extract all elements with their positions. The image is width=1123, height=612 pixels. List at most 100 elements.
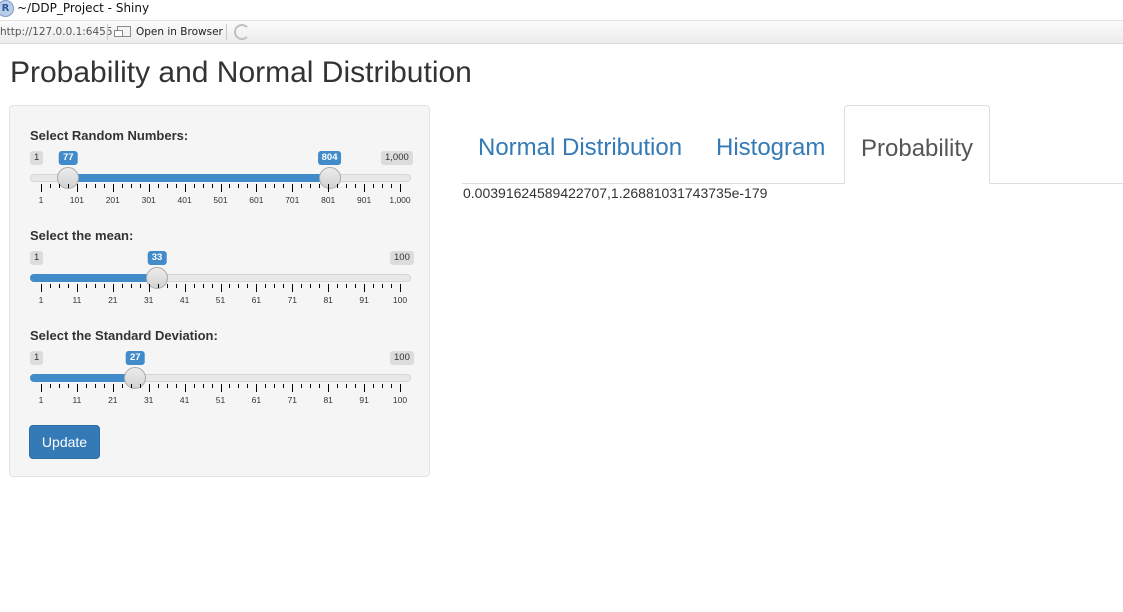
slider-major-tick (328, 184, 330, 192)
open-in-browser-icon[interactable] (114, 26, 131, 37)
slider-tick-label: 91 (359, 395, 369, 405)
slider-minor-tick (67, 384, 69, 388)
slider-major-tick (292, 184, 294, 192)
slider-major-tick (220, 284, 222, 292)
address-bar: http://127.0.0.1:6455 Open in Browser (0, 20, 1123, 44)
slider-minor-tick (391, 284, 393, 288)
slider-tick-label: 61 (251, 395, 262, 405)
slider-minor-tick (283, 384, 285, 388)
slider-minor-tick (85, 284, 87, 288)
slider-major-tick (41, 284, 42, 292)
slider-major-tick (112, 184, 114, 192)
slider-minor-tick (355, 184, 357, 188)
slider-minor-tick (346, 384, 348, 388)
standard-deviation-slider-track[interactable] (30, 374, 411, 382)
slider-major-tick (400, 384, 401, 392)
slider-tick-label: 11 (72, 395, 82, 405)
refresh-icon[interactable] (234, 24, 250, 40)
random-numbers-slider-track[interactable] (30, 174, 411, 182)
slider-tick-label: 701 (285, 195, 300, 205)
slider-min-label: 1 (30, 151, 44, 165)
slider-major-tick (292, 384, 294, 392)
slider-minor-tick (157, 384, 159, 388)
slider-minor-tick (274, 284, 276, 288)
slider-tick-label: 71 (287, 395, 298, 405)
tab-normal-distribution[interactable]: Normal Distribution (462, 105, 698, 183)
slider-minor-tick (211, 384, 213, 388)
slider-minor-tick (67, 184, 69, 188)
slider-minor-tick (175, 284, 177, 288)
slider-minor-tick (238, 384, 240, 388)
slider-major-tick (112, 284, 114, 292)
slider-minor-tick (310, 384, 312, 388)
page-title: Probability and Normal Distribution (10, 56, 472, 89)
slider-value: 27 (125, 351, 145, 365)
random-numbers-label: Select Random Numbers: (30, 128, 189, 143)
slider-minor-tick (382, 284, 384, 288)
slider-minor-tick (121, 284, 123, 288)
slider-minor-tick (175, 184, 177, 188)
slider-major-tick (328, 284, 330, 292)
slider-minor-tick (202, 284, 204, 288)
slider-tick-labels: 1 11 21 31 41 51 61 71 81 91 100 (30, 295, 411, 307)
slider-minor-tick (139, 284, 141, 288)
slider-minor-tick (58, 284, 60, 288)
slider-major-tick (148, 284, 150, 292)
slider-max-label: 100 (390, 251, 414, 265)
update-button[interactable]: Update (29, 425, 100, 459)
mean-slider-track[interactable] (30, 274, 411, 282)
slider-minor-tick (67, 284, 69, 288)
slider-minor-tick (274, 184, 276, 188)
slider-major-tick (41, 184, 42, 192)
slider-minor-tick (202, 384, 204, 388)
slider-minor-tick (346, 284, 348, 288)
tab-histogram[interactable]: Histogram (700, 105, 841, 183)
slider-major-tick (400, 284, 401, 292)
slider-tick-label: 100 (392, 395, 408, 405)
slider-major-tick (220, 384, 222, 392)
slider-major-tick (400, 184, 401, 192)
slider-minor-tick (310, 284, 312, 288)
slider-minor-tick (202, 184, 204, 188)
slider-tick-label: 31 (143, 295, 154, 305)
slider-minor-tick (130, 184, 132, 188)
slider-major-tick (76, 384, 78, 392)
toolbar-separator (226, 24, 227, 40)
tab-probability[interactable]: Probability (844, 105, 991, 184)
slider-major-tick (328, 384, 330, 392)
slider-minor-tick (157, 184, 159, 188)
slider-minor-tick (301, 284, 303, 288)
window-titlebar: R ~/DDP_Project - Shiny (0, 0, 1123, 19)
slider-minor-tick (265, 384, 267, 388)
slider-minor-tick (211, 284, 213, 288)
slider-minor-tick (373, 384, 375, 388)
slider-minor-tick (103, 284, 105, 288)
slider-tick-label: 81 (323, 395, 333, 405)
slider-minor-tick (85, 184, 87, 188)
slider-major-tick (220, 184, 222, 192)
slider-minor-tick (382, 184, 384, 188)
slider-minor-tick (166, 284, 168, 288)
slider-minor-tick (283, 184, 285, 188)
open-in-browser-button[interactable]: Open in Browser (136, 26, 223, 38)
slider-minor-tick (355, 284, 357, 288)
slider-major-tick (184, 284, 186, 292)
slider-tick-label: 71 (287, 295, 298, 305)
slider-minor-tick (337, 184, 339, 188)
slider-minor-tick (58, 184, 60, 188)
tab-bar: Normal Distribution Histogram Probabilit… (462, 105, 1123, 184)
window-title: ~/DDP_Project - Shiny (17, 1, 150, 15)
url-text[interactable]: http://127.0.0.1:6455 (0, 26, 113, 38)
slider-tick-label: 501 (213, 195, 228, 205)
slider-minor-tick (157, 284, 159, 288)
slider-major-tick (364, 184, 366, 192)
slider-minor-tick (346, 184, 348, 188)
slider-minor-tick (103, 184, 105, 188)
slider-minor-tick (94, 284, 96, 288)
slider-minor-tick (319, 184, 321, 188)
slider-tick-labels: 1 11 21 31 41 51 61 71 81 91 100 (30, 395, 411, 407)
slider-tick-label: 601 (249, 195, 264, 205)
slider-selected-range (30, 274, 159, 282)
slider-minor-tick (229, 184, 231, 188)
slider-minor-tick (238, 284, 240, 288)
